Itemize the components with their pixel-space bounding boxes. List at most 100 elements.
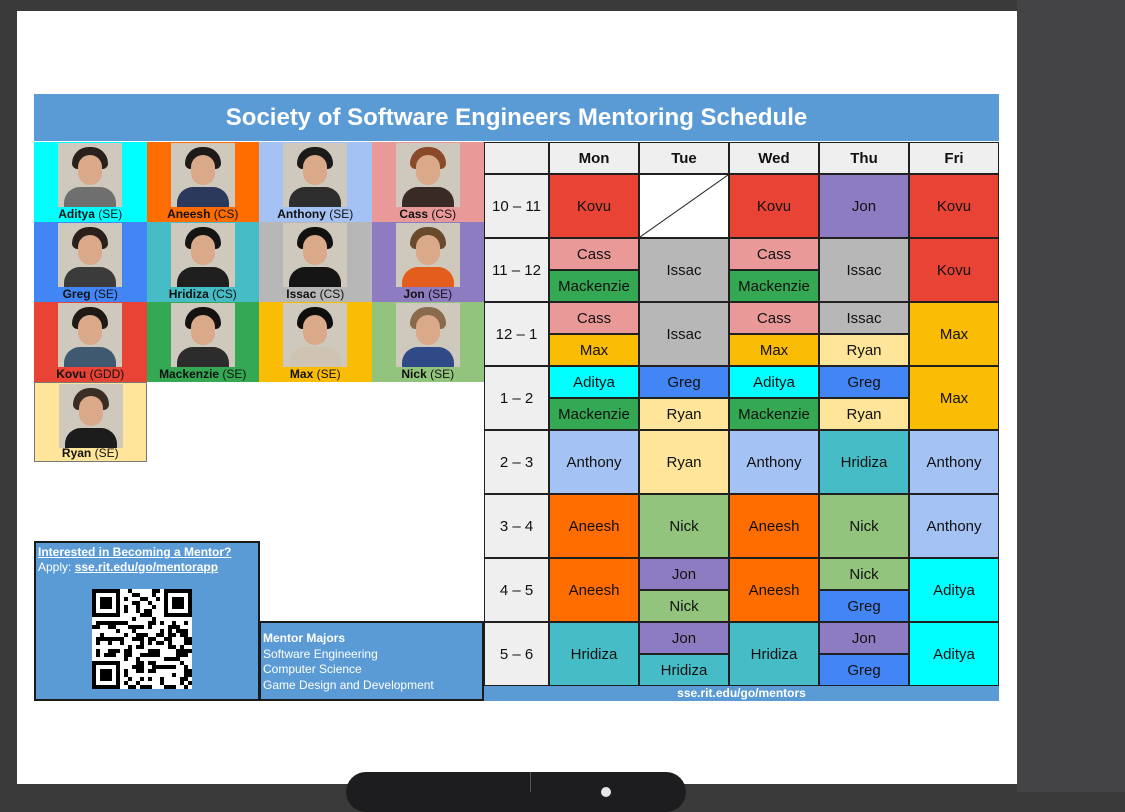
time-slot-label: 4 – 5 — [484, 558, 549, 622]
mentor-caption: Jon (SE) — [372, 287, 485, 302]
shirt-shape — [401, 267, 454, 287]
mentor-major: (GDD) — [86, 367, 125, 381]
mentor-photo — [170, 143, 235, 207]
mentor-card-aditya: Aditya (SE) — [34, 142, 147, 222]
mentor-caption: Kovu (GDD) — [34, 367, 147, 382]
page-title: Society of Software Engineers Mentoring … — [34, 94, 999, 141]
mentor-slot: Issac — [819, 238, 909, 302]
face-shape — [190, 235, 215, 265]
mentor-caption: Mackenzie (SE) — [147, 367, 260, 382]
mentor-slot: Nick — [819, 494, 909, 558]
shirt-shape — [64, 267, 117, 287]
apply-prefix: Apply: — [38, 560, 75, 574]
mentor-card-mackenzie: Mackenzie (SE) — [146, 302, 260, 382]
mentor-slot: Nick — [639, 494, 729, 558]
mentor-slot: Anthony — [909, 430, 999, 494]
apply-link[interactable]: sse.rit.edu/go/mentorapp — [75, 560, 218, 574]
shirt-shape — [289, 267, 342, 287]
shirt-shape — [64, 187, 117, 207]
mentor-photo — [283, 303, 348, 367]
majors-title: Mentor Majors — [263, 631, 346, 645]
face-shape — [78, 235, 103, 265]
mentor-slot: Ryan — [819, 398, 909, 430]
mentor-major: (CS) — [428, 207, 457, 221]
mentor-card-max: Max (SE) — [259, 302, 372, 382]
mentor-slot: Aditya — [549, 366, 639, 398]
time-slot-label: 10 – 11 — [484, 174, 549, 238]
mentor-slot: Greg — [819, 654, 909, 686]
face-shape — [303, 315, 328, 345]
mentor-card-issac: Issac (CS) — [259, 222, 372, 302]
face-shape — [79, 396, 104, 426]
time-slot-label: 3 – 4 — [484, 494, 549, 558]
mentor-name: Aditya — [58, 207, 95, 221]
mentor-slot: Kovu — [729, 174, 819, 238]
mentor-photo — [58, 143, 123, 207]
face-shape — [415, 155, 440, 185]
shirt-shape — [176, 347, 229, 367]
time-slot-label: 12 – 1 — [484, 302, 549, 366]
time-slot-label: 11 – 12 — [484, 238, 549, 302]
mentor-slot: Jon — [639, 558, 729, 590]
mentor-slot: Greg — [639, 366, 729, 398]
shirt-shape — [176, 267, 229, 287]
mentor-slot: Cass — [729, 302, 819, 334]
mentor-slot: Mackenzie — [729, 270, 819, 302]
mentor-name: Aneesh — [167, 207, 211, 221]
mentor-photo — [283, 223, 348, 287]
mentor-card-jon: Jon (SE) — [371, 222, 485, 302]
mentor-slot: Kovu — [909, 238, 999, 302]
mentor-caption: Issac (CS) — [259, 287, 372, 302]
shirt-shape — [401, 187, 454, 207]
major-item: Game Design and Development — [263, 677, 434, 692]
time-slot-label: 2 – 3 — [484, 430, 549, 494]
face-shape — [78, 315, 103, 345]
shirt-shape — [401, 347, 454, 367]
mentor-name: Max — [289, 367, 314, 381]
mentor-slot: Anthony — [549, 430, 639, 494]
mentors-link[interactable]: sse.rit.edu/go/mentors — [484, 686, 999, 701]
mentor-slot: Greg — [819, 590, 909, 622]
mentor-major: (CS) — [208, 287, 237, 301]
mentor-card-greg: Greg (SE) — [34, 222, 147, 302]
mentor-slot: Cass — [549, 238, 639, 270]
mentor-card-aneesh: Aneesh (CS) — [146, 142, 260, 222]
mentor-name: Anthony — [277, 207, 326, 221]
toolbar-divider — [530, 772, 531, 792]
mentor-major: (SE) — [90, 287, 118, 301]
shirt-shape — [65, 428, 118, 448]
mentor-name: Cass — [399, 207, 429, 221]
mentor-photo — [170, 303, 235, 367]
mentor-slot: Jon — [639, 622, 729, 654]
mentor-slot: Greg — [819, 366, 909, 398]
mentor-slot: Aneesh — [729, 558, 819, 622]
shirt-shape — [289, 187, 342, 207]
face-shape — [415, 235, 440, 265]
mentor-major: (SE) — [424, 287, 453, 301]
viewer-toolbar[interactable] — [346, 772, 686, 812]
day-header-mon: Mon — [549, 142, 639, 174]
mentor-slot: Hridiza — [549, 622, 639, 686]
mentor-slot: Max — [729, 334, 819, 366]
apply-heading-link[interactable]: Interested in Becoming a Mentor? — [38, 545, 231, 559]
mentor-slot: Issac — [819, 302, 909, 334]
mentor-slot: Issac — [639, 238, 729, 302]
mentor-slot: Aneesh — [549, 494, 639, 558]
mentor-caption: Greg (SE) — [34, 287, 147, 302]
mentor-caption: Aditya (SE) — [34, 207, 147, 222]
mentor-photo — [395, 303, 460, 367]
mentor-card-anthony: Anthony (SE) — [259, 142, 372, 222]
toolbar-dot-icon[interactable] — [601, 787, 611, 797]
shirt-shape — [64, 347, 117, 367]
mentor-photo — [58, 303, 123, 367]
mentor-slot: Nick — [819, 558, 909, 590]
mentor-caption: Nick (SE) — [372, 367, 485, 382]
mentor-name: Kovu — [56, 367, 87, 381]
mentor-slot: Ryan — [639, 398, 729, 430]
mentor-name: Mackenzie — [159, 367, 220, 381]
mentor-slot: Max — [909, 366, 999, 430]
mentor-card-cass: Cass (CS) — [371, 142, 484, 222]
viewer-side-panel — [1017, 0, 1125, 792]
mentor-caption: Anthony (SE) — [259, 207, 372, 222]
mentor-caption: Aneesh (CS) — [147, 207, 260, 222]
